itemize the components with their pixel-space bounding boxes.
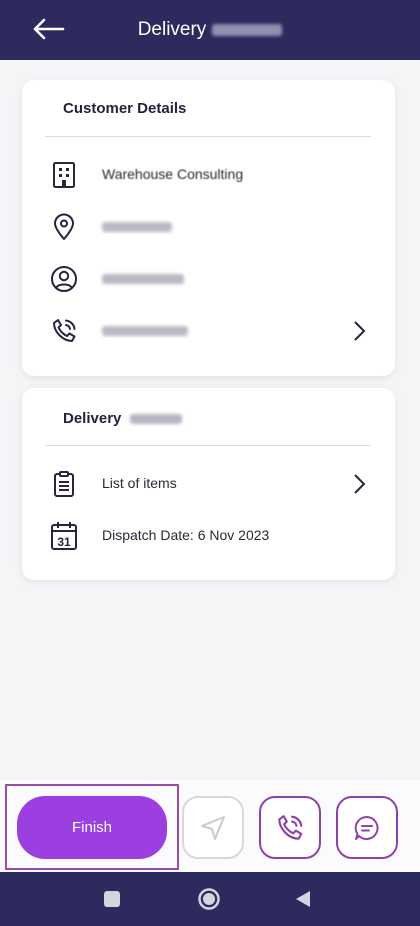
- customer-address-redacted: [102, 222, 172, 232]
- dispatch-date-label: Dispatch Date: 6 Nov 2023: [102, 527, 270, 543]
- building-icon: [48, 159, 80, 191]
- list-of-items-label: List of items: [102, 475, 177, 491]
- circle-icon: [198, 888, 220, 910]
- clipboard-icon: [48, 468, 80, 500]
- chat-button[interactable]: [336, 796, 398, 859]
- customer-contact-row: [22, 257, 395, 301]
- divider: [45, 445, 371, 446]
- recent-apps-button[interactable]: [92, 872, 132, 926]
- call-button[interactable]: [259, 796, 321, 859]
- customer-address-row: [22, 205, 395, 249]
- redacted-text: [212, 24, 283, 36]
- divider: [45, 136, 371, 137]
- customer-name-redacted: [102, 274, 184, 284]
- finish-button[interactable]: Finish: [17, 796, 167, 859]
- redacted-text: [129, 414, 182, 425]
- calendar-icon: 31: [48, 520, 80, 552]
- svg-text:31: 31: [57, 535, 71, 549]
- square-icon: [104, 891, 120, 907]
- page-title-text: Delivery: [137, 19, 207, 40]
- phone-icon: [48, 315, 80, 347]
- home-button[interactable]: [189, 872, 229, 926]
- app-header: Delivery: [0, 0, 420, 60]
- system-back-button[interactable]: [283, 872, 323, 926]
- user-icon: [48, 263, 80, 295]
- customer-phone-row[interactable]: [22, 309, 395, 353]
- chevron-right-icon[interactable]: [349, 472, 369, 496]
- delivery-details-title: Delivery: [63, 410, 182, 427]
- customer-details-title: Customer Details: [63, 100, 187, 117]
- chevron-right-icon[interactable]: [349, 319, 369, 343]
- customer-company-row: Warehouse Consulting: [22, 153, 395, 197]
- navigation-arrow-icon: [201, 815, 225, 840]
- customer-company-name: Warehouse Consulting: [102, 166, 244, 182]
- phone-call-icon: [278, 814, 303, 840]
- delivery-details-card: Delivery List of items 31 Dispatch Date:…: [22, 388, 395, 580]
- navigate-button[interactable]: [182, 796, 244, 859]
- delivery-title-text: Delivery: [63, 410, 122, 427]
- system-navigation-bar: [0, 872, 420, 926]
- page-title: Delivery: [0, 0, 420, 60]
- location-pin-icon: [48, 211, 80, 243]
- customer-details-card: Customer Details Warehouse Consulting: [22, 80, 395, 376]
- customer-phone-redacted: [102, 326, 188, 336]
- dispatch-date-row: 31 Dispatch Date: 6 Nov 2023: [22, 514, 395, 558]
- list-of-items-row[interactable]: List of items: [22, 462, 395, 506]
- chat-bubble-icon: [354, 815, 379, 840]
- triangle-back-icon: [296, 891, 310, 907]
